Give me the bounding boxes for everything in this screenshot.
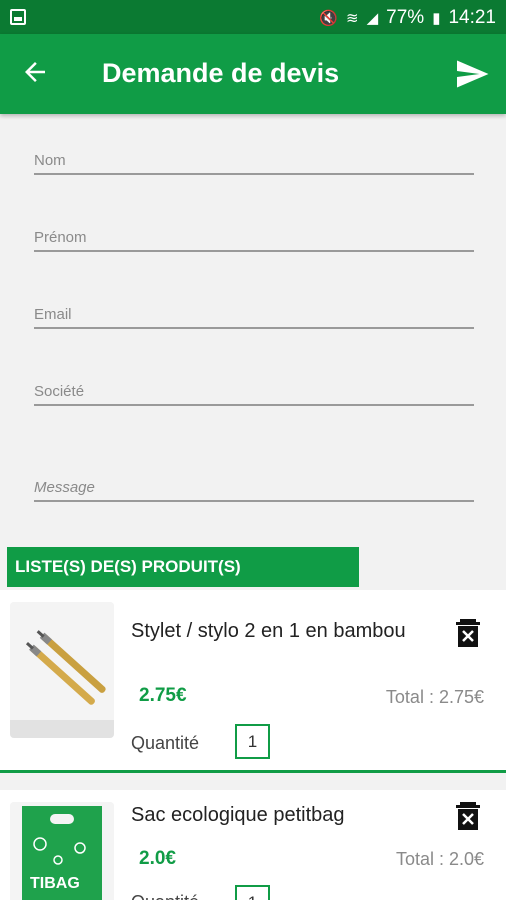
message-underline <box>34 500 474 502</box>
battery-percent: 77% <box>386 7 425 28</box>
product-price: 2.0€ <box>139 848 176 869</box>
battery-icon: ▮ <box>432 10 441 27</box>
quantity-input[interactable]: 1 <box>235 885 270 900</box>
status-icons: 🔇 ≋ ◢ 77% ▮ 14:21 <box>319 7 496 29</box>
prenom-underline <box>34 250 474 252</box>
product-total: Total : 2.0€ <box>395 849 484 869</box>
product-name: Sac ecologique petitbag <box>131 804 345 826</box>
app-bar: Demande de devis <box>0 34 506 114</box>
email-field[interactable]: Email <box>34 279 474 329</box>
delete-icon[interactable] <box>456 619 480 647</box>
send-icon[interactable] <box>454 56 490 92</box>
clock: 14:21 <box>448 7 496 28</box>
product-price: 2.75€ <box>139 685 187 706</box>
product-card: TIBAG Sac ecologique petitbag 2.0€ Total… <box>0 790 506 900</box>
nom-label: Nom <box>34 152 66 169</box>
gallery-icon <box>10 9 26 25</box>
svg-text:TIBAG: TIBAG <box>30 875 80 892</box>
back-arrow-icon[interactable] <box>20 57 50 87</box>
page-title: Demande de devis <box>102 58 340 88</box>
products-header: LISTE(S) DE(S) PRODUIT(S) <box>7 547 359 587</box>
societe-underline <box>34 404 474 406</box>
status-bar: 🔇 ≋ ◢ 77% ▮ 14:21 <box>0 0 506 34</box>
nom-field[interactable]: Nom <box>34 125 474 175</box>
signal-icon: ◢ <box>366 10 379 27</box>
quantity-label: Quantité <box>131 892 199 900</box>
quantity-input[interactable]: 1 <box>235 724 270 759</box>
wifi-icon: ≋ <box>346 10 359 27</box>
email-underline <box>34 327 474 329</box>
nom-underline <box>34 173 474 175</box>
product-total: Total : 2.75€ <box>385 687 484 707</box>
mute-icon: 🔇 <box>319 10 339 27</box>
email-label: Email <box>34 306 72 323</box>
prenom-label: Prénom <box>34 229 87 246</box>
quantity-label: Quantité <box>131 733 200 753</box>
prenom-field[interactable]: Prénom <box>34 202 474 252</box>
message-label: Message <box>34 479 95 496</box>
societe-label: Société <box>34 383 85 400</box>
product-card: Stylet / stylo 2 en 1 en bambou 2.75€ To… <box>0 590 506 773</box>
delete-icon[interactable] <box>456 802 480 830</box>
message-field[interactable]: Message <box>34 452 474 502</box>
product-thumbnail <box>10 602 114 738</box>
product-thumbnail: TIBAG <box>10 802 114 900</box>
product-name: Stylet / stylo 2 en 1 en bambou <box>131 620 406 642</box>
societe-field[interactable]: Société <box>34 356 474 406</box>
